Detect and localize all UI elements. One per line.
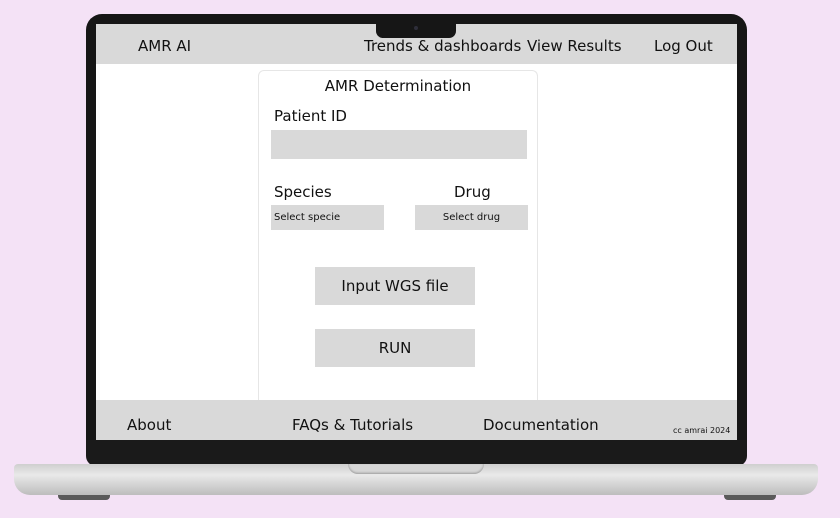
nav-log-out[interactable]: Log Out bbox=[654, 37, 713, 55]
camera-notch bbox=[376, 24, 456, 38]
patient-id-input[interactable] bbox=[271, 130, 527, 159]
footer-bar: About FAQs & Tutorials Documentation cc … bbox=[96, 400, 737, 440]
amr-determination-card: AMR Determination Patient ID Species Dru… bbox=[258, 70, 538, 401]
input-wgs-file-button[interactable]: Input WGS file bbox=[315, 267, 475, 305]
lid-opening-notch bbox=[348, 464, 484, 474]
app-screen: AMR AI Trends & dashboards View Results … bbox=[96, 24, 737, 440]
drug-label: Drug bbox=[454, 183, 491, 201]
camera-icon bbox=[414, 26, 418, 30]
footer-documentation-link[interactable]: Documentation bbox=[483, 416, 599, 434]
laptop-bezel bbox=[86, 440, 747, 466]
species-select[interactable]: Select specie bbox=[271, 205, 384, 230]
laptop-base bbox=[14, 464, 818, 495]
nav-trends-dashboards[interactable]: Trends & dashboards bbox=[364, 37, 521, 55]
patient-id-label: Patient ID bbox=[274, 107, 347, 125]
drug-select[interactable]: Select drug bbox=[415, 205, 528, 230]
run-button[interactable]: RUN bbox=[315, 329, 475, 367]
footer-faq-link[interactable]: FAQs & Tutorials bbox=[292, 416, 413, 434]
brand-logo[interactable]: AMR AI bbox=[138, 37, 191, 55]
footer-about-link[interactable]: About bbox=[127, 416, 171, 434]
nav-view-results[interactable]: View Results bbox=[527, 37, 622, 55]
laptop-foot-right bbox=[724, 495, 776, 500]
copyright-text: cc amrai 2024 bbox=[673, 426, 731, 435]
species-label: Species bbox=[274, 183, 332, 201]
form-title: AMR Determination bbox=[324, 77, 472, 95]
laptop-foot-left bbox=[58, 495, 110, 500]
